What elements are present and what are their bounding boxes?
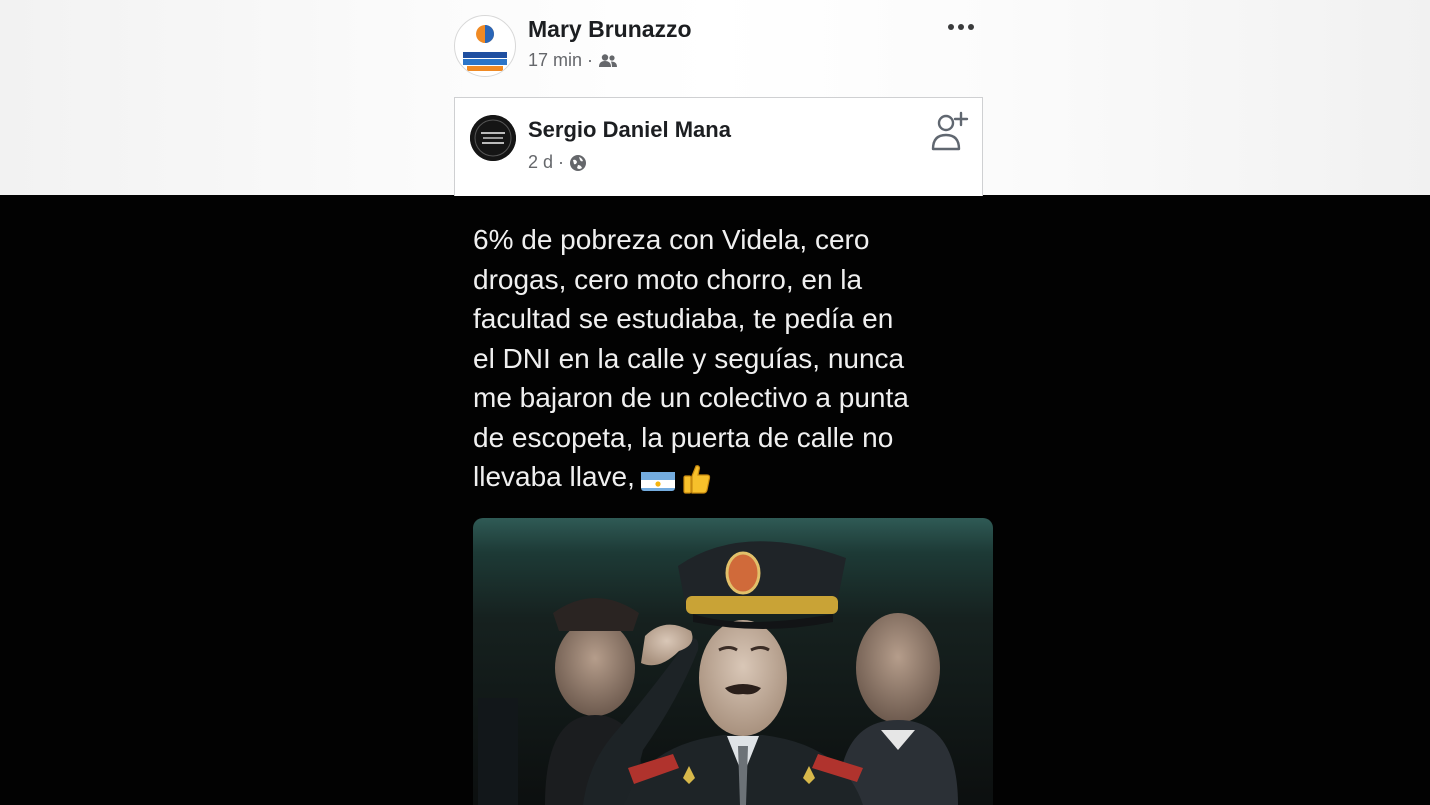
author-avatar[interactable]: [454, 15, 516, 77]
post-text-line: llevaba llave,: [473, 461, 635, 492]
post-text-line: de escopeta, la puerta de calle no: [473, 421, 894, 453]
thumbs-up-icon: [679, 462, 713, 496]
post-text-last-line: llevaba llave,: [473, 457, 973, 497]
frente-progresista-logo: [456, 17, 514, 75]
friends-icon: [599, 53, 618, 67]
shared-author-avatar[interactable]: [470, 115, 516, 161]
post-meta: 17 min ·: [528, 50, 618, 71]
post-text-line: 6% de pobreza con Videla, cero: [473, 224, 870, 255]
saluting-officer-photo: [478, 541, 958, 805]
post-text-line: me bajaron de un colectivo a punta: [473, 382, 909, 413]
post-text-line: el DNI en la calle y seguías, nunca: [473, 342, 905, 374]
globe-icon: [570, 154, 587, 171]
more-options-button[interactable]: [944, 12, 978, 42]
post-text-line: facultad se estudiaba, te pedía en: [473, 303, 894, 334]
argentina-flag-icon: [640, 467, 675, 491]
dot-icon: [958, 24, 964, 30]
shared-post-time[interactable]: 2 d: [528, 152, 553, 173]
meta-separator: ·: [587, 50, 594, 70]
post-photo[interactable]: [473, 518, 993, 805]
add-friend-button[interactable]: [928, 110, 972, 154]
shared-avatar-image: [470, 115, 516, 161]
shared-post-meta: 2 d ·: [528, 152, 587, 173]
meta-separator: ·: [558, 152, 565, 172]
post-text-line: drogas, cero moto chorro, en la: [473, 263, 863, 295]
shared-author-name[interactable]: Sergio Daniel Mana: [528, 117, 731, 143]
post-text: 6% de pobreza con Videla, cero drogas, c…: [473, 220, 973, 497]
add-friend-icon: [931, 111, 969, 151]
post-time[interactable]: 17 min: [528, 50, 582, 71]
shared-post-card[interactable]: [454, 97, 983, 196]
author-name[interactable]: Mary Brunazzo: [528, 16, 692, 43]
dot-icon: [968, 24, 974, 30]
dot-icon: [948, 24, 954, 30]
